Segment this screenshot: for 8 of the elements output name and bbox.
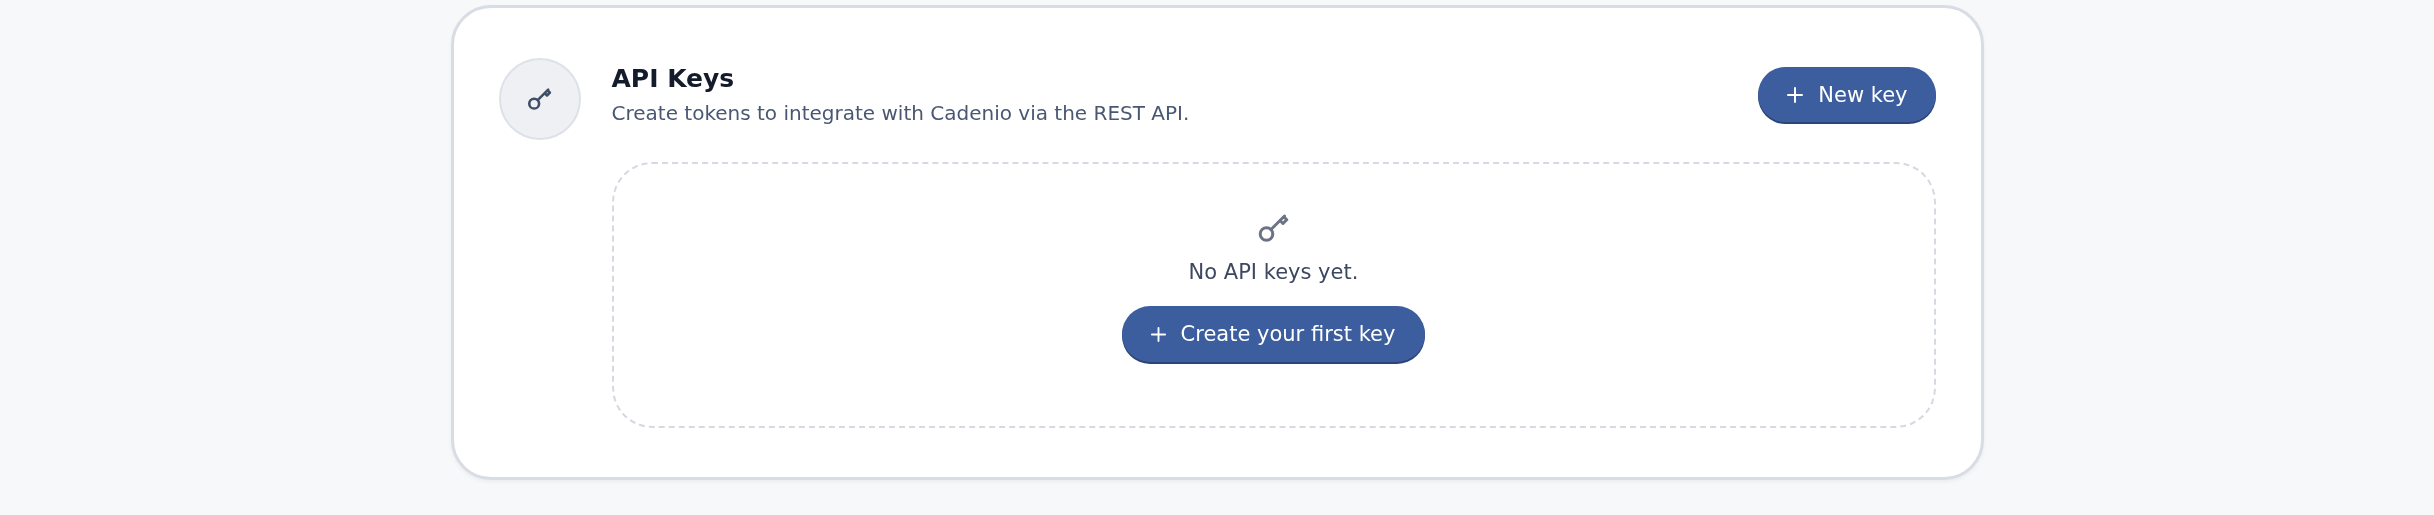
create-key-button[interactable]: Create your first key xyxy=(1121,306,1426,362)
key-icon xyxy=(525,85,554,113)
card-title: API Keys xyxy=(611,64,736,93)
plus-icon xyxy=(1786,85,1805,104)
empty-message: No API keys yet. xyxy=(1188,260,1359,284)
plus-icon xyxy=(1149,325,1167,343)
new-key-button[interactable]: New key xyxy=(1758,67,1936,122)
card-subtitle: Create tokens to integrate with Cadenio via the REST API. xyxy=(611,101,1191,125)
